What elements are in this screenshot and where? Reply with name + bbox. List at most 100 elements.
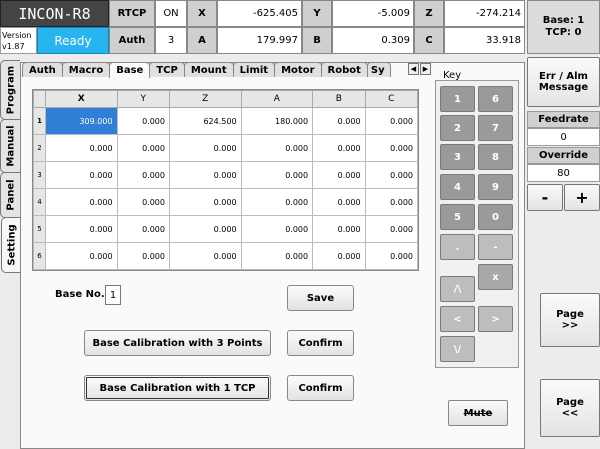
tab-limit[interactable]: Limit (232, 62, 276, 77)
table-cell[interactable]: 0.000 (312, 242, 366, 270)
key-7[interactable]: 7 (478, 115, 513, 141)
row-number: 3 (33, 161, 46, 189)
table-cell[interactable]: 0.000 (312, 161, 366, 189)
side-tab-program[interactable]: Program (0, 60, 20, 120)
save-button[interactable]: Save (287, 285, 354, 311)
key-backspace[interactable]: x (478, 264, 513, 290)
table-cell[interactable]: 0.000 (168, 134, 242, 162)
base-calibration-3-points-button[interactable]: Base Calibration with 3 Points (84, 330, 271, 356)
table-cell[interactable]: 0.000 (45, 188, 118, 216)
base-table: X Y Z A B C 1 309.000 0.000 624.500 180.… (32, 89, 419, 271)
table-cell[interactable]: 0.000 (312, 215, 366, 243)
base-tcp-indicator: Base: 1 TCP: 0 (527, 0, 600, 54)
page-prev-button[interactable]: Page << (540, 379, 600, 437)
key-0[interactable]: 0 (478, 204, 513, 230)
column-header: Y (116, 90, 170, 108)
tab-motor[interactable]: Motor (274, 62, 322, 77)
key-minus[interactable]: - (478, 234, 513, 260)
key-left-arrow-icon[interactable]: < (440, 306, 475, 332)
table-row[interactable]: 1 309.000 0.000 624.500 180.000 0.000 0.… (33, 107, 419, 135)
table-cell[interactable]: 0.000 (364, 161, 419, 189)
key-up-arrow-icon[interactable]: /\ (440, 276, 475, 302)
side-tab-panel[interactable]: Panel (0, 172, 20, 218)
key-8[interactable]: 8 (478, 144, 513, 170)
table-cell[interactable]: 0.000 (116, 107, 170, 135)
row-number: 2 (33, 134, 46, 162)
key-3[interactable]: 3 (440, 144, 475, 170)
table-cell[interactable]: 0.000 (168, 188, 242, 216)
table-cell[interactable]: 309.000 (45, 107, 118, 135)
table-row[interactable]: 3 0.000 0.000 0.000 0.000 0.000 0.000 (33, 161, 419, 189)
table-cell[interactable]: 0.000 (364, 188, 419, 216)
tab-base[interactable]: Base (109, 62, 151, 78)
key-down-arrow-icon[interactable]: \/ (440, 336, 475, 362)
table-cell[interactable]: 624.500 (168, 107, 242, 135)
row-number: 4 (33, 188, 46, 216)
row-number: 1 (33, 107, 46, 135)
table-cell[interactable]: 0.000 (168, 242, 242, 270)
table-cell[interactable]: 0.000 (364, 242, 419, 270)
key-1[interactable]: 1 (440, 86, 475, 112)
x-value: -625.405 (217, 0, 302, 27)
table-cell[interactable]: 0.000 (240, 161, 314, 189)
override-plus-button[interactable]: + (564, 184, 600, 211)
table-cell[interactable]: 0.000 (312, 107, 366, 135)
confirm-3-points-button[interactable]: Confirm (287, 330, 354, 356)
tab-scroll-right-icon[interactable]: ▶ (420, 63, 431, 75)
side-tab-manual[interactable]: Manual (0, 119, 20, 173)
table-cell[interactable]: 0.000 (45, 215, 118, 243)
table-cell[interactable]: 0.000 (364, 107, 419, 135)
feedrate-label: Feedrate (527, 111, 600, 128)
tab-robot[interactable]: Robot (320, 62, 368, 77)
key-4[interactable]: 4 (440, 174, 475, 200)
table-cell[interactable]: 0.000 (240, 134, 314, 162)
table-cell[interactable]: 0.000 (116, 161, 170, 189)
key-5[interactable]: 5 (440, 204, 475, 230)
key-right-arrow-icon[interactable]: > (478, 306, 513, 332)
table-row[interactable]: 4 0.000 0.000 0.000 0.000 0.000 0.000 (33, 188, 419, 216)
a-label: A (187, 27, 217, 54)
table-cell[interactable]: 0.000 (116, 215, 170, 243)
key-2[interactable]: 2 (440, 115, 475, 141)
tab-tcp[interactable]: TCP (149, 62, 185, 77)
tab-system[interactable]: Sy (366, 62, 391, 77)
table-cell[interactable]: 0.000 (45, 242, 118, 270)
key-dot[interactable]: . (440, 234, 475, 260)
table-row[interactable]: 6 0.000 0.000 0.000 0.000 0.000 0.000 (33, 242, 419, 270)
err-alm-message-button[interactable]: Err / Alm Message (527, 57, 600, 107)
table-row[interactable]: 2 0.000 0.000 0.000 0.000 0.000 0.000 (33, 134, 419, 162)
table-cell[interactable]: 0.000 (240, 242, 314, 270)
table-row[interactable]: 5 0.000 0.000 0.000 0.000 0.000 0.000 (33, 215, 419, 243)
tab-macro[interactable]: Macro (61, 62, 111, 77)
table-cell[interactable]: 0.000 (45, 161, 118, 189)
table-cell[interactable]: 0.000 (240, 188, 314, 216)
key-6[interactable]: 6 (478, 86, 513, 112)
table-cell[interactable]: 0.000 (364, 215, 419, 243)
tab-auth[interactable]: Auth (22, 62, 63, 77)
table-cell[interactable]: 0.000 (312, 134, 366, 162)
side-tab-manual-label: Manual (5, 125, 16, 167)
x-label: X (187, 0, 217, 27)
table-cell[interactable]: 0.000 (312, 188, 366, 216)
tab-mount[interactable]: Mount (183, 62, 234, 77)
mute-button[interactable]: Mute (448, 400, 508, 426)
table-cell[interactable]: 180.000 (240, 107, 314, 135)
confirm-1-tcp-button[interactable]: Confirm (287, 375, 354, 401)
table-cell[interactable]: 0.000 (364, 134, 419, 162)
table-cell[interactable]: 0.000 (168, 215, 242, 243)
base-no-field[interactable]: 1 (105, 285, 121, 305)
table-cell[interactable]: 0.000 (45, 134, 118, 162)
table-cell[interactable]: 0.000 (116, 242, 170, 270)
table-cell[interactable]: 0.000 (168, 161, 242, 189)
column-header: X (45, 90, 118, 108)
key-9[interactable]: 9 (478, 174, 513, 200)
side-tab-setting[interactable]: Setting (1, 217, 22, 273)
base-calibration-1-tcp-button[interactable]: Base Calibration with 1 TCP (84, 375, 271, 401)
tab-scroll-left-icon[interactable]: ◀ (408, 63, 419, 75)
override-minus-button[interactable]: - (527, 184, 563, 211)
y-label: Y (302, 0, 332, 27)
table-cell[interactable]: 0.000 (240, 215, 314, 243)
page-next-button[interactable]: Page >> (540, 293, 600, 347)
table-cell[interactable]: 0.000 (116, 134, 170, 162)
table-cell[interactable]: 0.000 (116, 188, 170, 216)
